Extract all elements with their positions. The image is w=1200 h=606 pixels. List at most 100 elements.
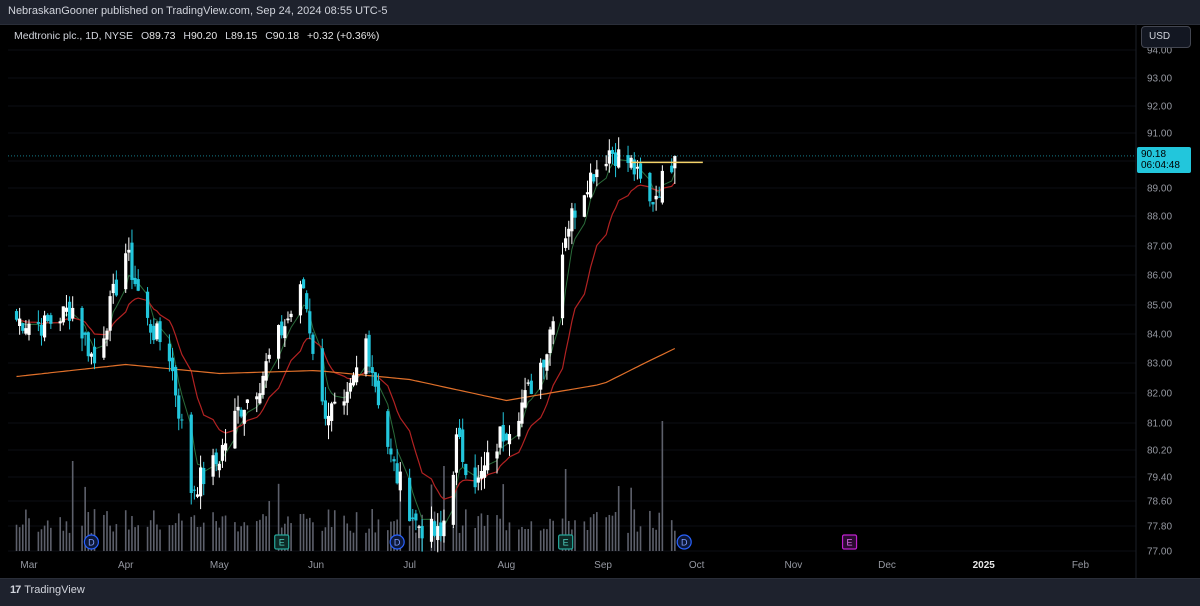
candle-body <box>86 332 90 357</box>
time-tick-label: May <box>210 560 229 571</box>
volume-bar <box>377 519 380 551</box>
price-tick-label: 87.00 <box>1147 242 1172 253</box>
volume-bar <box>128 529 130 551</box>
volume-bar <box>543 528 545 551</box>
low-value: 89.15 <box>230 30 258 42</box>
volume-bar <box>505 530 508 551</box>
candles <box>14 137 677 553</box>
open-label: O <box>140 30 150 42</box>
candle-body <box>429 518 434 542</box>
candle-body <box>277 325 281 359</box>
volume-bar <box>262 514 264 551</box>
candle-body <box>233 410 237 449</box>
candle-body <box>476 477 480 483</box>
volume-bar <box>243 522 246 551</box>
price-tick-label: 78.60 <box>1147 497 1172 508</box>
volume-bar <box>524 529 526 551</box>
volume-bar <box>193 515 196 551</box>
candle-body <box>71 307 75 319</box>
volume-bar <box>324 527 327 551</box>
volume-bar <box>465 509 467 551</box>
volume-bar <box>181 520 183 551</box>
currency-button[interactable]: USD <box>1141 26 1191 48</box>
candle-body <box>395 463 399 484</box>
volume-bar <box>502 484 505 551</box>
candle-body <box>49 315 53 324</box>
candle-body <box>392 459 396 462</box>
time-tick-label: Jun <box>308 560 324 571</box>
candle-body <box>651 201 655 205</box>
volume-bar <box>174 523 177 551</box>
candle-body <box>660 170 664 203</box>
grid <box>8 49 1136 552</box>
candle-body <box>239 409 243 417</box>
candle-body <box>286 318 290 321</box>
volume-bar <box>255 521 258 551</box>
candle-body <box>548 329 552 354</box>
candle-body <box>89 353 93 357</box>
candle-body <box>155 323 159 340</box>
candle-body <box>542 359 546 368</box>
candle-body <box>417 526 421 528</box>
candle-body <box>451 474 455 525</box>
volume-bar <box>596 512 598 551</box>
candle-body <box>323 400 327 419</box>
volume-bar <box>592 514 595 551</box>
volume-bar <box>50 527 52 551</box>
candle-body <box>411 517 415 520</box>
volume-bar <box>352 532 355 551</box>
candle-body <box>433 521 437 536</box>
candle-body <box>573 210 577 218</box>
volume-bar <box>461 525 464 551</box>
candle-body <box>348 382 352 392</box>
volume-bar <box>168 525 171 551</box>
candle-body <box>529 380 533 394</box>
candle-body <box>189 414 193 494</box>
volume-bar <box>674 530 676 551</box>
volume-bar <box>68 532 71 551</box>
candle-body <box>21 323 25 331</box>
volume-bar <box>268 500 271 551</box>
candle-body <box>236 406 240 411</box>
candle-body <box>507 434 512 445</box>
candle-body <box>414 513 418 521</box>
volume-bar <box>408 525 411 551</box>
price-tick-label: 83.00 <box>1147 359 1172 370</box>
candle-body <box>582 195 586 217</box>
candle-body <box>289 313 293 318</box>
candle-body <box>258 393 262 404</box>
volume-bar <box>312 522 314 551</box>
volume-bar <box>218 527 221 551</box>
time-tick-label: Dec <box>878 560 896 571</box>
candle-body <box>635 166 639 169</box>
candle-body <box>167 343 171 362</box>
candle-body <box>364 338 368 374</box>
time-axis: Mar Apr May Jun Jul Aug Sep Oct Nov Dec 2025 Feb <box>20 560 1089 571</box>
volume-bar <box>177 513 180 551</box>
candle-body <box>501 424 505 442</box>
candle-body <box>567 228 571 237</box>
candle-body <box>301 279 306 289</box>
volume-bar <box>28 518 30 551</box>
candle-body <box>127 249 131 253</box>
candle-body <box>520 402 524 424</box>
volume-bar <box>106 511 108 551</box>
candle-body <box>333 401 337 404</box>
event-marker-label: D <box>88 538 95 548</box>
volume-bar <box>368 528 370 551</box>
price-chart[interactable]: 94.0093.0092.0091.0090.0089.0088.0087.00… <box>0 0 1200 605</box>
volume-bar <box>549 518 551 551</box>
volume-bar <box>109 525 111 551</box>
candle-body <box>46 314 50 322</box>
volume-bar <box>330 527 333 551</box>
volume-bar <box>649 510 651 551</box>
candle-body <box>24 328 28 334</box>
candle-body <box>617 149 621 168</box>
volume-bar <box>655 529 657 551</box>
event-marker-label: E <box>563 538 569 548</box>
volume-bar <box>589 517 592 551</box>
price-tick-label: 85.00 <box>1147 301 1172 312</box>
volume-bar <box>639 526 642 551</box>
candle-body <box>145 291 150 318</box>
volume-bar <box>583 521 586 551</box>
